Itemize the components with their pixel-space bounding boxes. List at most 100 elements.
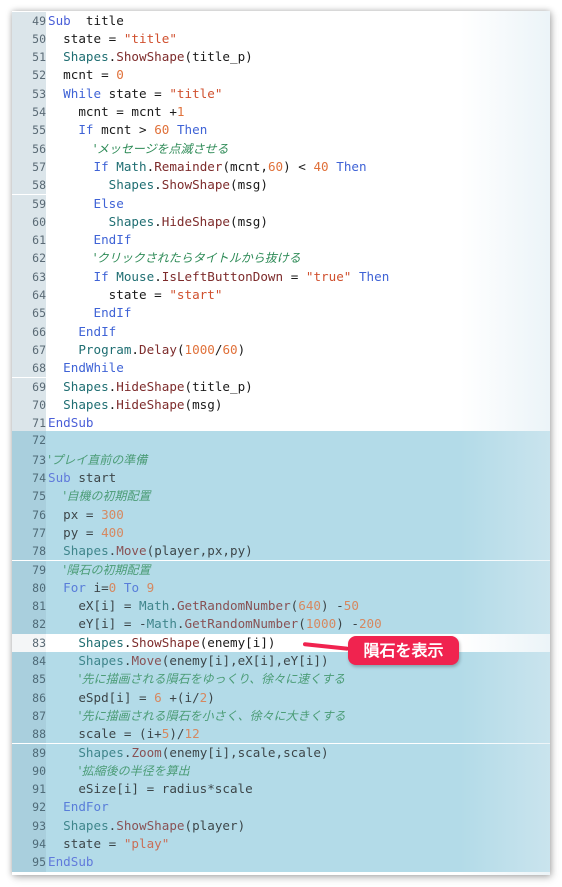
line-number: 64 bbox=[12, 286, 46, 305]
code-line[interactable]: 72 bbox=[12, 431, 550, 451]
comment-token: 'プレイ直前の準備 bbox=[48, 452, 148, 467]
code-line[interactable]: 61 EndIf bbox=[12, 231, 550, 250]
code-line[interactable]: 60 Shapes.HideShape(msg) bbox=[12, 212, 550, 232]
line-number-text: 82 bbox=[32, 617, 46, 632]
object-token: Shapes bbox=[63, 817, 109, 833]
code-line[interactable]: 53 While state = "title" bbox=[12, 84, 550, 103]
code-line[interactable]: 81 eX[i] = Math.GetRandomNumber(640) -50 bbox=[12, 597, 550, 616]
code-line[interactable]: 49 Sub title bbox=[12, 11, 550, 30]
method-token: GetRandomNumber bbox=[176, 598, 291, 614]
code-line[interactable]: 68 EndWhile bbox=[12, 359, 550, 378]
code-line[interactable]: 70 Shapes.HideShape(msg) bbox=[12, 395, 550, 415]
code-token: = bbox=[283, 268, 306, 284]
keyword-token: If bbox=[93, 268, 109, 284]
code-text: For i=0 To 9 bbox=[48, 579, 550, 597]
code-line[interactable]: 52 mcnt = 0 bbox=[12, 66, 550, 85]
line-number: 94 bbox=[12, 835, 46, 854]
code-line[interactable]: 89 Shapes.Zoom(enemy[i],scale,scale) bbox=[12, 743, 550, 762]
code-token: i= bbox=[85, 579, 109, 595]
code-text: px = 300 bbox=[48, 506, 550, 524]
code-line[interactable]: 79 '隕石の初期配置 bbox=[12, 560, 550, 579]
code-line[interactable]: 88 scale = (i+5)/12 bbox=[12, 725, 550, 744]
line-number-text: 56 bbox=[32, 141, 46, 156]
code-line[interactable]: 74 Sub start bbox=[12, 469, 550, 488]
code-line[interactable]: 92 EndFor bbox=[12, 798, 550, 817]
line-number: 51 bbox=[12, 48, 46, 67]
code-line[interactable]: 69 Shapes.HideShape(title_p) bbox=[12, 377, 550, 396]
method-token: IsLeftButtonDown bbox=[161, 268, 284, 284]
method-token: GetRandomNumber bbox=[184, 616, 299, 632]
code-line[interactable]: 85 '先に描画される隕石をゆっくり、徐々に速くする bbox=[12, 670, 550, 689]
code-line[interactable]: 82 eY[i] = -Math.GetRandomNumber(1000) -… bbox=[12, 615, 550, 634]
line-number: 90 bbox=[12, 761, 46, 781]
code-token: )/ bbox=[169, 726, 185, 742]
method-token: ShowShape bbox=[116, 817, 185, 833]
keyword-token: While bbox=[63, 85, 102, 101]
line-number: 68 bbox=[12, 359, 46, 378]
line-number-text: 75 bbox=[32, 489, 46, 504]
code-text: Shapes.Move(player,px,py) bbox=[48, 542, 550, 560]
code-line[interactable]: 76 px = 300 bbox=[12, 505, 550, 524]
code-line[interactable]: 54 mcnt = mcnt +1 bbox=[12, 103, 550, 122]
code-line[interactable]: 78 Shapes.Move(player,px,py) bbox=[12, 542, 550, 561]
code-line[interactable]: 93 Shapes.ShowShape(player) bbox=[12, 816, 550, 835]
line-number: 83 bbox=[12, 633, 46, 652]
code-token: state = bbox=[48, 836, 124, 851]
code-line[interactable]: 65 EndIf bbox=[12, 304, 550, 323]
code-line[interactable]: 91 eSize[i] = radius*scale bbox=[12, 780, 550, 799]
code-line[interactable]: 94 state = "play" bbox=[12, 835, 550, 854]
code-line[interactable]: 58 Shapes.ShowShape(msg) bbox=[12, 176, 550, 195]
line-number-text: 59 bbox=[32, 196, 46, 211]
code-token: (title_p) bbox=[184, 49, 253, 65]
code-line[interactable]: 75 '自機の初期配置 bbox=[12, 487, 550, 506]
line-number: 95 bbox=[12, 853, 46, 872]
number-token: 60 bbox=[154, 122, 170, 138]
code-line[interactable]: 59 Else bbox=[12, 194, 550, 213]
code-text: mcnt = 0 bbox=[48, 66, 550, 84]
code-line[interactable]: 56 'メッセージを点滅させる bbox=[12, 139, 550, 158]
keyword-token: Sub bbox=[48, 12, 71, 28]
code-token: . bbox=[176, 616, 185, 632]
code-text: eSpd[i] = 6 +(i/2) bbox=[48, 689, 550, 707]
code-line[interactable]: 87 '先に描画される隕石を小さく、徐々に大きくする bbox=[12, 706, 550, 726]
code-line[interactable]: 86 eSpd[i] = 6 +(i/2) bbox=[12, 688, 550, 707]
keyword-token: If bbox=[78, 122, 94, 138]
number-token: 400 bbox=[101, 524, 124, 540]
code-line[interactable]: 63 If Mouse.IsLeftButtonDown = "true" Th… bbox=[12, 267, 550, 286]
keyword-token: Then bbox=[176, 122, 208, 138]
code-line[interactable]: 84 Shapes.Move(enemy[i],eX[i],eY[i]) bbox=[12, 652, 550, 671]
code-line[interactable]: 95 EndSub bbox=[12, 853, 550, 872]
line-number-text: 52 bbox=[32, 68, 46, 83]
code-line[interactable]: 50 state = "title" bbox=[12, 29, 550, 49]
line-number: 75 bbox=[12, 487, 46, 506]
code-line[interactable]: 62 'クリックされたらタイトルから抜ける bbox=[12, 249, 550, 268]
code-line[interactable]: 64 state = "start" bbox=[12, 286, 550, 305]
code-token: ) bbox=[237, 341, 246, 357]
code-line[interactable]: 73 'プレイ直前の準備 bbox=[12, 450, 550, 469]
code-text: EndIf bbox=[48, 304, 550, 322]
code-line[interactable]: 66 EndIf bbox=[12, 322, 550, 341]
line-number-text: 84 bbox=[32, 654, 46, 668]
method-token: ShowShape bbox=[161, 177, 231, 193]
code-text: scale = (i+5)/12 bbox=[48, 725, 550, 743]
code-line[interactable]: 57 If Math.Remainder(mcnt,60) < 40 Then bbox=[12, 157, 550, 177]
line-number-text: 92 bbox=[32, 800, 46, 815]
line-number-text: 50 bbox=[32, 31, 46, 46]
number-token: 60 bbox=[267, 158, 284, 174]
line-number: 88 bbox=[12, 725, 46, 744]
code-line[interactable]: 90 '拡縮後の半径を算出 bbox=[12, 761, 550, 781]
line-number: 62 bbox=[12, 249, 46, 268]
code-line[interactable]: 55 If mcnt > 60 Then bbox=[12, 121, 550, 140]
code-line[interactable]: 67 Program.Delay(1000/60) bbox=[12, 340, 550, 360]
code-token: . bbox=[169, 598, 177, 614]
code-line[interactable]: 51 Shapes.ShowShape(title_p) bbox=[12, 48, 550, 67]
code-line[interactable]: 80 For i=0 To 9 bbox=[12, 578, 550, 598]
code-line[interactable]: 77 py = 400 bbox=[12, 523, 550, 543]
code-line[interactable]: 71 EndSub bbox=[12, 414, 550, 433]
code-line[interactable]: 83 Shapes.ShowShape(enemy[i]) bbox=[12, 633, 550, 652]
keyword-token: Else bbox=[93, 195, 124, 211]
line-number-text: 85 bbox=[32, 672, 46, 687]
